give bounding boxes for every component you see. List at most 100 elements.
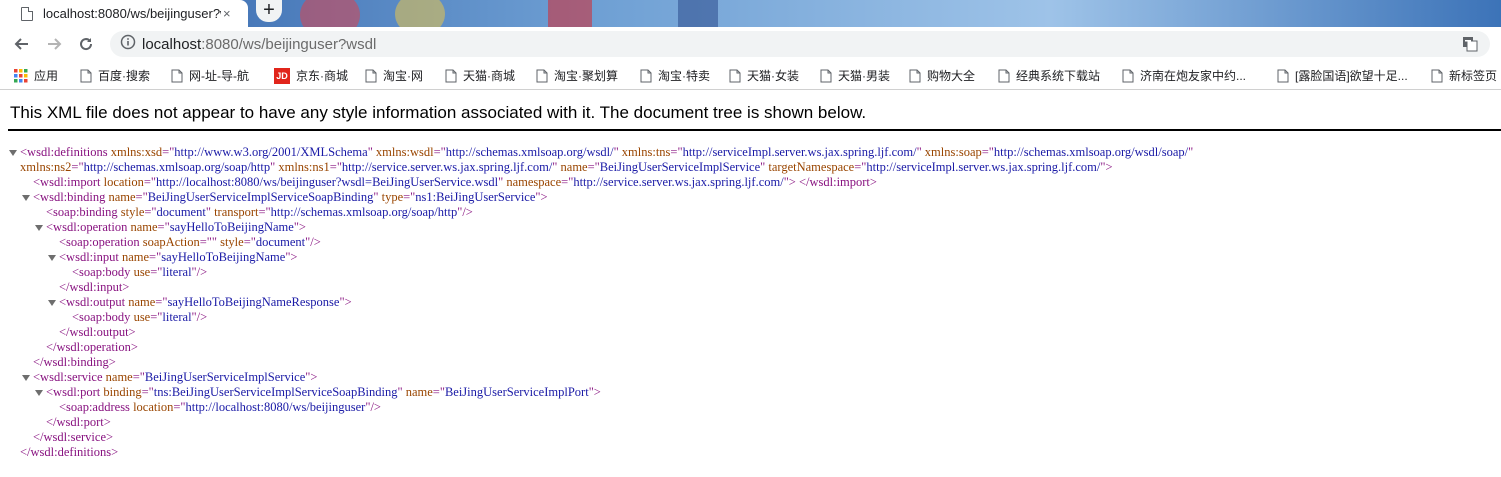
translate-icon[interactable] <box>1462 36 1478 57</box>
xml-tag: <soap:operation <box>59 235 140 249</box>
xml-line: <soap:operation soapAction="" style="doc… <box>59 235 321 250</box>
xml-tag: </wsdl:operation> <box>46 340 138 354</box>
xml-tag: =" <box>432 385 445 399</box>
xml-tag: "/> <box>191 265 208 279</box>
xml-tag: =" <box>144 205 157 219</box>
xml-tag: "> </wsdl:import> <box>783 175 877 189</box>
xml-attr-name: binding <box>100 385 142 399</box>
bookmark-item[interactable]: 新标签页 <box>1431 67 1497 84</box>
xml-tag: </wsdl:output> <box>59 325 136 339</box>
xml-tag: =" <box>157 220 170 234</box>
xml-tag: =" <box>162 145 175 159</box>
reload-button[interactable] <box>74 32 98 56</box>
page-icon <box>1122 69 1134 83</box>
xml-tag: =" <box>149 250 162 264</box>
xml-line: <wsdl:port binding="tns:BeiJingUserServi… <box>46 385 601 400</box>
xml-attr-name: transport <box>210 205 259 219</box>
collapse-toggle-icon[interactable] <box>35 390 43 396</box>
address-bar[interactable]: localhost:8080/ws/beijinguser?wsdl <box>110 31 1490 57</box>
bookmark-item[interactable]: 淘宝·特卖 <box>640 67 710 84</box>
bookmark-label: 淘宝·网 <box>383 69 423 83</box>
url-path: :8080/ws/beijinguser?wsdl <box>201 35 377 53</box>
bookmark-item[interactable]: 网-址-导-航 <box>171 67 249 84</box>
back-button[interactable] <box>10 32 34 56</box>
xml-attr-value: http://schemas.xmlsoap.org/wsdl/ <box>445 145 614 159</box>
bookmark-item[interactable]: 济南在炮友家中约... <box>1122 67 1246 84</box>
bookmark-item[interactable]: 天猫·男装 <box>820 67 890 84</box>
bookmark-item[interactable]: JD 京东·商城 <box>274 67 348 84</box>
xml-tag: <soap:body <box>72 310 131 324</box>
xml-attr-name: xmlns:soap <box>921 145 982 159</box>
xml-attr-value: tns:BeiJingUserServiceImplServiceSoapBin… <box>153 385 398 399</box>
bookmark-label: 天猫·商城 <box>463 69 515 83</box>
wallpaper-shape <box>300 0 360 27</box>
xml-line: <soap:address location="http://localhost… <box>59 400 381 415</box>
xml-tag: "/> <box>191 310 208 324</box>
xml-attr-name: use <box>130 310 151 324</box>
xml-line: </wsdl:operation> <box>46 340 138 355</box>
xml-tag: =" <box>71 160 84 174</box>
xml-line: <soap:binding style="document" transport… <box>46 205 473 220</box>
xml-tag: ="" <box>199 235 217 249</box>
page-icon <box>80 69 92 83</box>
bookmark-label: 购物大全 <box>927 69 976 83</box>
xml-tag: </wsdl:binding> <box>33 355 116 369</box>
bookmark-label: 网-址-导-航 <box>189 69 249 83</box>
xml-attr-value: ns1:BeiJingUserService <box>415 190 536 204</box>
xml-tag: "> <box>588 385 601 399</box>
bookmark-item[interactable]: 天猫·女装 <box>729 67 799 84</box>
xml-attr-name: xmlns:xsd <box>107 145 163 159</box>
tab-active[interactable]: localhost:8080/ws/beijinguser?wsdl × <box>0 0 248 27</box>
bookmark-item[interactable]: 购物大全 <box>909 67 975 84</box>
collapse-toggle-icon[interactable] <box>48 300 56 306</box>
forward-button[interactable] <box>42 32 66 56</box>
bookmark-item[interactable]: 百度·搜索 <box>80 67 150 84</box>
collapse-toggle-icon[interactable] <box>22 375 30 381</box>
xml-tag: =" <box>173 400 186 414</box>
new-tab-button[interactable]: + <box>256 0 282 22</box>
xml-attr-name: xmlns:wsdl <box>372 145 434 159</box>
page-icon <box>21 6 33 21</box>
bookmark-item[interactable]: 淘宝·聚划算 <box>536 67 618 84</box>
xml-tag: </wsdl:input> <box>59 280 130 294</box>
xml-tag: <soap:address <box>59 400 130 414</box>
xml-attr-name: location <box>129 400 174 414</box>
bookmark-item[interactable]: [露脸国语]欲望十足... <box>1277 67 1408 84</box>
xml-attr-name: name <box>125 295 156 309</box>
xml-line: </wsdl:service> <box>33 430 113 445</box>
tab-title: localhost:8080/ws/beijinguser?wsdl <box>43 6 221 21</box>
bookmark-item[interactable]: 应用 <box>14 67 58 84</box>
xml-line: </wsdl:output> <box>59 325 136 340</box>
wallpaper-shape <box>548 0 592 27</box>
xml-attr-name: xmlns:ns2 <box>20 160 72 174</box>
xml-line: <wsdl:definitions xmlns:xsd="http://www.… <box>20 145 1193 160</box>
xml-line: <wsdl:input name="sayHelloToBeijingName"… <box>59 250 297 265</box>
xml-attr-value: sayHelloToBeijingNameResponse <box>167 295 340 309</box>
xml-tag: "> <box>285 250 298 264</box>
bookmark-item[interactable]: 天猫·商城 <box>445 67 515 84</box>
bookmark-item[interactable]: 淘宝·网 <box>365 67 423 84</box>
close-icon[interactable]: × <box>223 6 231 21</box>
bookmark-item[interactable]: 经典系统下载站 <box>998 67 1100 84</box>
xml-attr-name: soapAction <box>139 235 200 249</box>
collapse-toggle-icon[interactable] <box>22 195 30 201</box>
xml-tag: "> <box>339 295 352 309</box>
xml-attr-value: http://service.server.ws.jax.spring.ljf.… <box>341 160 553 174</box>
info-icon[interactable] <box>120 34 136 55</box>
xml-tag: =" <box>587 160 600 174</box>
collapse-toggle-icon[interactable] <box>35 225 43 231</box>
collapse-toggle-icon[interactable] <box>9 150 17 156</box>
page-icon <box>365 69 377 83</box>
xml-viewer-page: This XML file does not appear to have an… <box>0 90 1501 477</box>
xml-line: <wsdl:import location="http://localhost:… <box>33 175 877 190</box>
arrow-left-icon <box>14 38 28 50</box>
xml-attr-value: document <box>255 235 306 249</box>
bookmark-label: 百度·搜索 <box>98 69 150 83</box>
xml-attr-name: namespace <box>503 175 562 189</box>
bookmark-label: 淘宝·聚划算 <box>554 69 618 83</box>
xml-attr-value: sayHelloToBeijingName <box>161 250 286 264</box>
xml-tag: " <box>1188 145 1194 159</box>
collapse-toggle-icon[interactable] <box>48 255 56 261</box>
xml-tag: =" <box>141 385 154 399</box>
xml-tag: "> <box>1100 160 1113 174</box>
